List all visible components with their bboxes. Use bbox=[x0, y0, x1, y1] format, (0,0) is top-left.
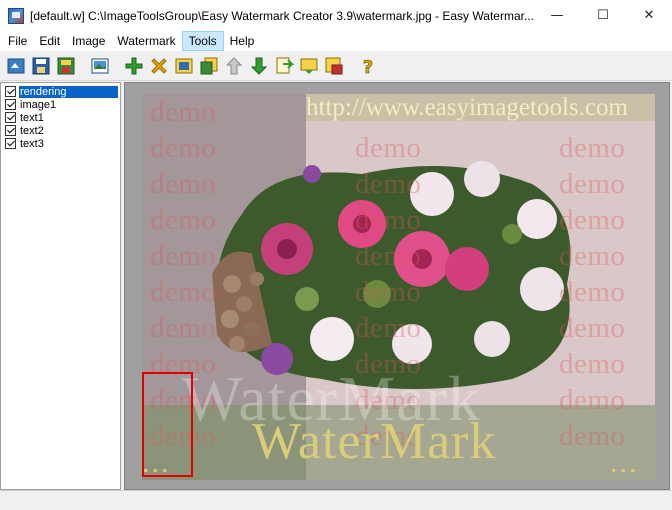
demo-text: demo bbox=[150, 132, 217, 164]
help-icon: ? bbox=[362, 56, 373, 76]
menu-bar: File Edit Image Watermark Tools Help bbox=[0, 31, 672, 51]
demo-text: demo bbox=[150, 96, 217, 128]
demo-text: demo bbox=[355, 168, 422, 200]
checkbox[interactable] bbox=[5, 112, 16, 123]
demo-text: demo bbox=[355, 276, 422, 308]
tree-item-image1[interactable]: image1 bbox=[1, 98, 120, 111]
save-project-button[interactable] bbox=[323, 55, 345, 77]
url-watermark-text: http://www.easyimagetools.com bbox=[306, 94, 628, 121]
save-project-icon bbox=[325, 57, 343, 74]
demo-text: demo bbox=[559, 168, 626, 200]
export-icon bbox=[276, 57, 294, 73]
checkbox[interactable] bbox=[5, 86, 16, 97]
add-icon bbox=[125, 57, 143, 74]
window-title: [default.w] C:\ImageToolsGroup\Easy Wate… bbox=[30, 8, 534, 23]
checkbox[interactable] bbox=[5, 138, 16, 149]
tree-item-label[interactable]: text3 bbox=[19, 138, 45, 150]
checkbox[interactable] bbox=[5, 125, 16, 136]
tree-item-text1[interactable]: text1 bbox=[1, 111, 120, 124]
export-button[interactable] bbox=[273, 55, 295, 77]
toolbar: ? bbox=[0, 51, 672, 81]
text-icon bbox=[175, 58, 193, 73]
add-button[interactable] bbox=[123, 55, 145, 77]
demo-text: demo bbox=[355, 312, 422, 344]
move-up-button[interactable] bbox=[223, 55, 245, 77]
open-icon bbox=[7, 58, 25, 73]
add-text-button[interactable] bbox=[173, 55, 195, 77]
tree-item-text3[interactable]: text3 bbox=[1, 137, 120, 150]
menu-file[interactable]: File bbox=[2, 31, 33, 51]
maximize-button[interactable]: ☐ bbox=[580, 0, 626, 31]
demo-text: demo bbox=[559, 276, 626, 308]
tree-item-label[interactable]: rendering bbox=[18, 84, 119, 99]
demo-text: demo bbox=[559, 204, 626, 236]
selection-rectangle[interactable] bbox=[142, 372, 193, 477]
save-as-icon bbox=[57, 57, 75, 74]
svg-text:?: ? bbox=[363, 57, 373, 76]
move-down-icon bbox=[250, 57, 268, 75]
delete-icon bbox=[151, 57, 167, 74]
help-button[interactable]: ? bbox=[357, 55, 379, 77]
batch-icon bbox=[300, 58, 318, 74]
demo-text: demo bbox=[559, 384, 626, 416]
demo-text: demo bbox=[355, 204, 422, 236]
move-up-icon bbox=[225, 56, 243, 74]
app-icon bbox=[8, 7, 24, 24]
save-button[interactable] bbox=[30, 55, 52, 77]
save-as-button[interactable] bbox=[55, 55, 77, 77]
tree-item-label[interactable]: text2 bbox=[19, 125, 45, 137]
menu-tools[interactable]: Tools bbox=[181, 31, 224, 51]
tree-item-rendering[interactable]: rendering bbox=[1, 84, 120, 99]
tree-item-label[interactable]: text1 bbox=[19, 112, 45, 124]
duplicate-button[interactable] bbox=[198, 55, 220, 77]
demo-text: demo bbox=[150, 240, 217, 272]
watermark-small-text: WaterMark bbox=[252, 413, 497, 470]
preview-canvas[interactable]: demo demo demo demo demo demo demo demo … bbox=[124, 82, 670, 490]
close-button[interactable]: ✕ bbox=[626, 0, 672, 31]
menu-edit[interactable]: Edit bbox=[33, 31, 66, 51]
demo-text: demo bbox=[150, 204, 217, 236]
demo-text: demo bbox=[150, 168, 217, 200]
demo-text: demo bbox=[559, 312, 626, 344]
demo-text: demo bbox=[150, 276, 217, 308]
batch-button[interactable] bbox=[298, 55, 320, 77]
minimize-button[interactable]: — bbox=[534, 0, 580, 31]
image-button[interactable] bbox=[89, 55, 111, 77]
watermark-preview-image[interactable]: demo demo demo demo demo demo demo demo … bbox=[142, 94, 655, 480]
tree-item-text2[interactable]: text2 bbox=[1, 124, 120, 137]
title-bar: [default.w] C:\ImageToolsGroup\Easy Wate… bbox=[0, 0, 672, 31]
menu-help[interactable]: Help bbox=[224, 31, 261, 51]
image-icon bbox=[91, 58, 109, 73]
delete-button[interactable] bbox=[148, 55, 170, 77]
window-controls: — ☐ ✕ bbox=[534, 0, 672, 31]
demo-text: demo bbox=[559, 348, 626, 380]
open-button[interactable] bbox=[5, 55, 27, 77]
duplicate-icon bbox=[200, 57, 218, 74]
status-bar bbox=[0, 490, 672, 510]
demo-text: demo bbox=[559, 240, 626, 272]
demo-text: demo bbox=[355, 132, 422, 164]
demo-text: demo bbox=[559, 132, 626, 164]
checkbox[interactable] bbox=[5, 99, 16, 110]
layer-tree: rendering image1 text1 text2 text3 bbox=[0, 82, 121, 490]
tree-item-label[interactable]: image1 bbox=[19, 99, 57, 111]
demo-text: demo bbox=[355, 240, 422, 272]
menu-image[interactable]: Image bbox=[66, 31, 111, 51]
menu-watermark[interactable]: Watermark bbox=[111, 31, 181, 51]
demo-text: demo bbox=[150, 312, 217, 344]
dots-right-text: ... bbox=[610, 446, 639, 479]
save-icon bbox=[32, 57, 50, 74]
move-down-button[interactable] bbox=[248, 55, 270, 77]
